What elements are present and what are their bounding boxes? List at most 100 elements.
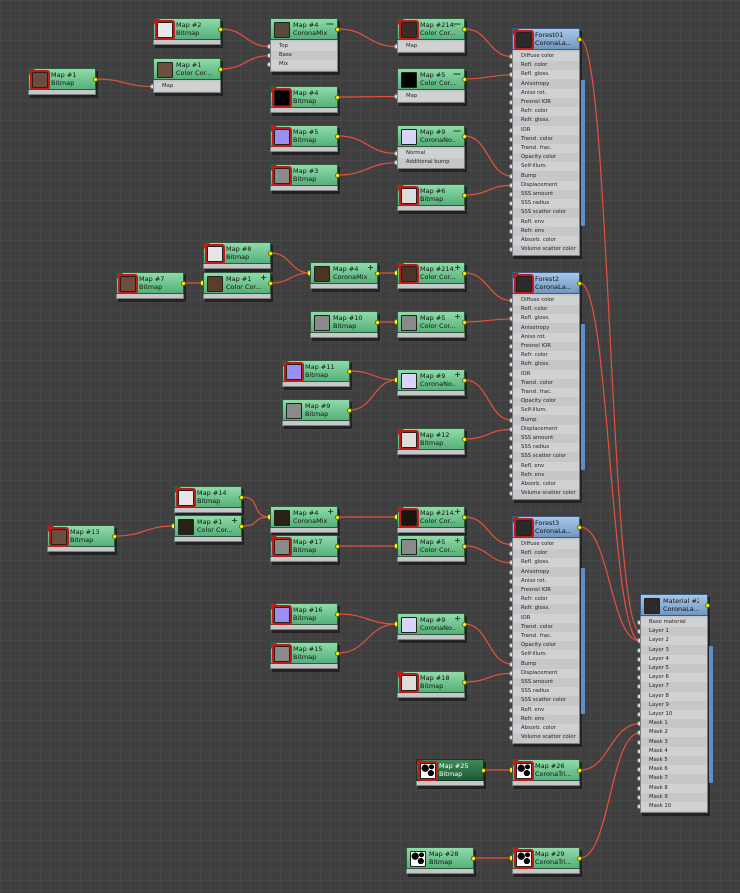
expand-node-button[interactable]: + [327, 508, 334, 516]
output-socket[interactable] [335, 611, 340, 617]
node-header[interactable]: Map #11 Bitmap [282, 360, 350, 382]
node-header[interactable]: Map #5 Bitmap [270, 125, 338, 147]
output-socket[interactable] [335, 650, 340, 656]
node-header[interactable]: Map #12 Bitmap [397, 428, 465, 450]
connection-wire[interactable] [464, 184, 513, 196]
connection-wire[interactable] [464, 623, 513, 665]
node-scrollbar[interactable] [581, 324, 585, 471]
node-header[interactable]: Map #1 Bitmap [28, 68, 96, 90]
expand-node-button[interactable]: + [454, 264, 461, 272]
node-map26[interactable]: Map #26 CoronaTri... [512, 759, 582, 786]
expand-node-button[interactable]: + [367, 264, 374, 272]
connection-wire[interactable] [464, 545, 513, 564]
collapse-node-button[interactable]: — [326, 20, 334, 28]
node-header[interactable]: Map #26 CoronaTri... [512, 759, 580, 781]
output-socket[interactable] [577, 524, 582, 530]
expand-node-button[interactable]: + [454, 371, 461, 379]
node-map1c[interactable]: Map #1 Color Cor... + [174, 515, 244, 542]
node-map9c[interactable]: Map #9 CoronaNo... + [397, 613, 467, 640]
node-header[interactable]: Map #4 Bitmap [270, 86, 338, 108]
node-map11bm[interactable]: Map #11 Bitmap [282, 360, 352, 387]
node-map5a[interactable]: Map #5 Color Cor... — Map [394, 68, 467, 104]
connection-wire[interactable] [337, 135, 398, 155]
output-socket[interactable] [462, 436, 467, 442]
connection-wire[interactable] [579, 723, 641, 771]
output-socket[interactable] [239, 494, 244, 500]
node-map4mix1[interactable]: Map #4 CoronaMix — Top Base Mix [267, 18, 340, 72]
connection-wire[interactable] [241, 496, 271, 518]
output-socket[interactable] [268, 280, 273, 286]
node-header[interactable]: Map #9 CoronaNo... + [397, 369, 465, 391]
node-header[interactable]: Map #18 Bitmap [397, 671, 465, 693]
output-socket[interactable] [577, 280, 582, 286]
node-map1bm[interactable]: Map #1 Bitmap [28, 68, 98, 95]
connection-wire[interactable] [270, 272, 311, 284]
output-socket[interactable] [347, 407, 352, 413]
output-socket[interactable] [462, 319, 467, 325]
node-header[interactable]: Map #5 Color Cor... — [397, 68, 465, 90]
node-map4bm[interactable]: Map #4 Bitmap [270, 86, 340, 113]
node-header[interactable]: Map #214... Color Cor... — [397, 18, 465, 40]
output-socket[interactable] [577, 36, 582, 42]
node-map9a[interactable]: Map #9 CoronaNo... — Normal Additional bump [394, 125, 467, 170]
connection-wire[interactable] [220, 28, 271, 48]
output-socket[interactable] [462, 679, 467, 685]
node-header[interactable]: Forest2 CoronaLa... [512, 272, 580, 294]
output-socket[interactable] [335, 514, 340, 520]
connection-wire[interactable] [579, 38, 641, 633]
connection-wire[interactable] [464, 318, 513, 323]
connection-wire[interactable] [464, 74, 513, 80]
node-header[interactable]: Map #14 Bitmap [174, 486, 242, 508]
output-socket[interactable] [481, 767, 486, 773]
connection-wire[interactable] [337, 613, 398, 625]
node-header[interactable]: Map #5 Color Cor... + [397, 311, 465, 333]
output-socket[interactable] [335, 543, 340, 549]
node-map18bm[interactable]: Map #18 Bitmap [397, 671, 467, 698]
node-header[interactable]: Map #28 Bitmap [406, 847, 474, 869]
node-header[interactable]: Map #3 Bitmap [270, 164, 338, 186]
node-header[interactable]: Material #26CoronaLa... [640, 594, 708, 616]
node-map214a[interactable]: Map #214... Color Cor... — Map [394, 18, 467, 54]
output-socket[interactable] [375, 270, 380, 276]
output-socket[interactable] [335, 94, 340, 100]
connection-wire[interactable] [220, 55, 271, 70]
node-map2[interactable]: Map #2 Bitmap [153, 18, 223, 45]
collapse-node-button[interactable]: — [453, 127, 461, 135]
output-socket[interactable] [462, 377, 467, 383]
node-header[interactable]: Map #214... Color Cor... + [397, 262, 465, 284]
node-map4mix3[interactable]: Map #4 CoronaMix + [270, 506, 340, 533]
expand-node-button[interactable]: + [260, 274, 267, 282]
node-header[interactable]: Map #4 CoronaMix + [310, 262, 378, 284]
connection-wire[interactable] [337, 95, 398, 98]
connection-wire[interactable] [579, 282, 641, 642]
expand-node-button[interactable]: + [454, 615, 461, 623]
node-map9b[interactable]: Map #9 CoronaNo... + [397, 369, 467, 396]
connection-wire[interactable] [349, 370, 398, 381]
node-header[interactable]: Forest3 CoronaLa... [512, 516, 580, 538]
output-socket[interactable] [705, 602, 710, 608]
output-socket[interactable] [218, 66, 223, 72]
node-map10bm[interactable]: Map #10 Bitmap [310, 311, 380, 338]
node-map214c[interactable]: Map #214... Color Cor... + [397, 506, 467, 533]
node-map9bm[interactable]: Map #9 Bitmap [282, 399, 352, 426]
node-header[interactable]: Map #9 Bitmap [282, 399, 350, 421]
connection-wire[interactable] [464, 135, 513, 177]
node-map14bm[interactable]: Map #14 Bitmap [174, 486, 244, 513]
connection-wire[interactable] [464, 428, 513, 440]
output-socket[interactable] [239, 523, 244, 529]
connection-wire[interactable] [349, 379, 398, 411]
node-header[interactable]: Map #6 Bitmap [397, 184, 465, 206]
output-socket[interactable] [375, 319, 380, 325]
expand-node-button[interactable]: + [454, 313, 461, 321]
node-header[interactable]: Map #15 Bitmap [270, 642, 338, 664]
output-socket[interactable] [268, 250, 273, 256]
node-scrollbar[interactable] [709, 646, 713, 784]
node-map25bm[interactable]: Map #25 Bitmap [416, 759, 486, 786]
output-socket[interactable] [462, 543, 467, 549]
node-map5bm[interactable]: Map #5 Bitmap [270, 125, 340, 152]
node-map5c[interactable]: Map #5 Color Cor... + [397, 535, 467, 562]
node-map8bm[interactable]: Map #8 Bitmap [203, 242, 273, 269]
expand-node-button[interactable]: + [231, 517, 238, 525]
node-map6bm[interactable]: Map #6 Bitmap [397, 184, 467, 211]
node-map1a[interactable]: Map #1 Color Cor... Map [150, 58, 223, 94]
